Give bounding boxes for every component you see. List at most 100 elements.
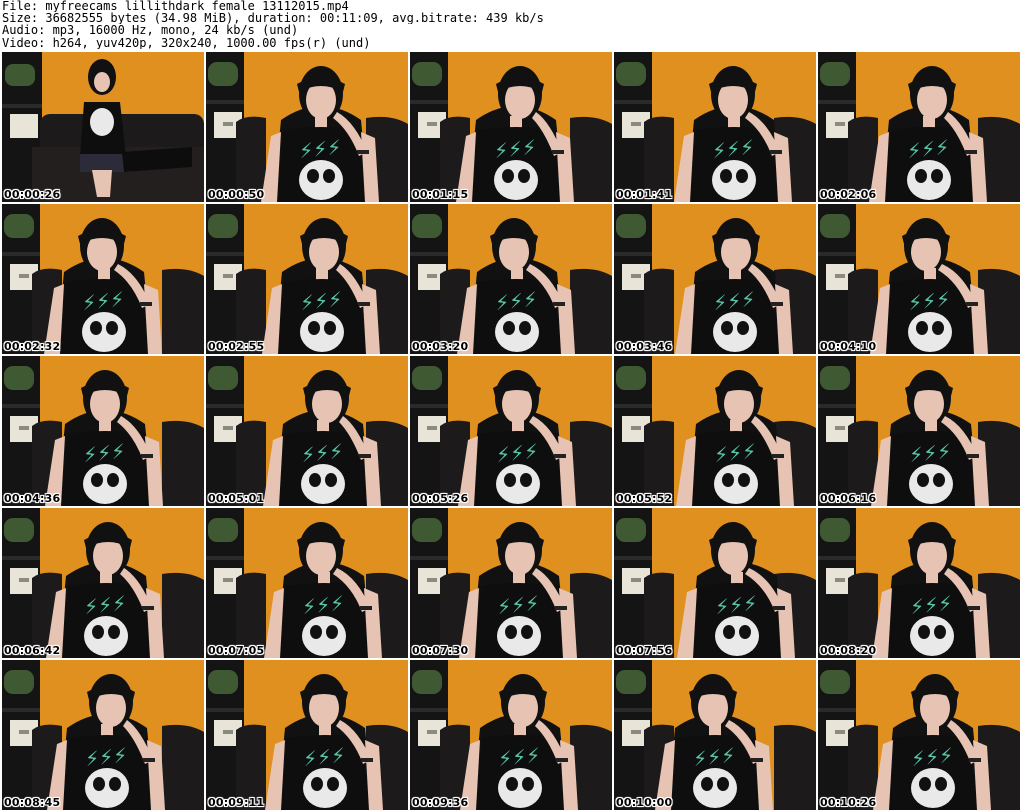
- video-thumbnail: ⚡⚡⚡ 00:04:36: [2, 356, 204, 506]
- svg-text:⚡⚡⚡: ⚡⚡⚡: [908, 439, 952, 467]
- svg-text:⚡⚡⚡: ⚡⚡⚡: [714, 591, 758, 619]
- thumbnail-timestamp: 00:09:36: [412, 796, 469, 809]
- video-thumbnail: ⚡⚡⚡ 00:02:06: [818, 52, 1020, 202]
- thumbnail-timestamp: 00:10:00: [616, 796, 673, 809]
- svg-text:⚡⚡⚡: ⚡⚡⚡: [692, 743, 736, 771]
- video-thumbnail: ⚡⚡⚡ 00:09:11: [206, 660, 408, 810]
- thumbnail-timestamp: 00:02:32: [4, 340, 61, 353]
- thumbnail-timestamp: 00:05:01: [208, 492, 265, 505]
- svg-text:⚡⚡⚡: ⚡⚡⚡: [909, 591, 953, 619]
- thumbnail-timestamp: 00:03:46: [616, 340, 673, 353]
- video-thumbnail: ⚡⚡⚡ 00:04:10: [818, 204, 1020, 354]
- video-thumbnail: ⚡⚡⚡ 00:03:20: [410, 204, 612, 354]
- video-frame: ⚡⚡⚡: [818, 356, 1020, 506]
- svg-text:⚡⚡⚡: ⚡⚡⚡: [712, 287, 756, 315]
- video-frame: ⚡⚡⚡: [206, 660, 408, 810]
- video-frame: ⚡⚡⚡: [818, 204, 1020, 354]
- video-thumbnail: ⚡⚡⚡ 00:05:01: [206, 356, 408, 506]
- video-thumbnail: ⚡⚡⚡ 00:05:52: [614, 356, 816, 506]
- svg-text:⚡⚡⚡: ⚡⚡⚡: [496, 591, 540, 619]
- video-frame: ⚡⚡⚡: [614, 508, 816, 658]
- video-thumbnail: ⚡⚡⚡ 00:01:41: [614, 52, 816, 202]
- video-thumbnail: ⚡⚡⚡ 00:02:32: [2, 204, 204, 354]
- video-thumbnail: ⚡⚡⚡ 00:07:30: [410, 508, 612, 658]
- video-frame: ⚡⚡⚡: [614, 660, 816, 810]
- video-thumbnail: ⚡⚡⚡ 00:06:16: [818, 356, 1020, 506]
- video-thumbnail: ⚡⚡⚡ 00:05:26: [410, 356, 612, 506]
- video-frame: ⚡⚡⚡: [2, 660, 204, 810]
- thumbnail-timestamp: 00:06:16: [820, 492, 877, 505]
- thumbnail-timestamp: 00:00:50: [208, 188, 265, 201]
- thumbnail-timestamp: 00:02:06: [820, 188, 877, 201]
- video-frame: ⚡⚡⚡: [2, 204, 204, 354]
- file-info-header: File: myfreecams_lillithdark_female_1311…: [2, 0, 1022, 50]
- svg-text:⚡⚡⚡: ⚡⚡⚡: [302, 743, 346, 771]
- video-frame: ⚡⚡⚡: [2, 508, 204, 658]
- video-frame: ⚡⚡⚡: [206, 508, 408, 658]
- video-thumbnail: ⚡⚡⚡ 00:06:42: [2, 508, 204, 658]
- svg-text:⚡⚡⚡: ⚡⚡⚡: [84, 743, 128, 771]
- svg-text:⚡⚡⚡: ⚡⚡⚡: [493, 135, 537, 163]
- svg-text:⚡⚡⚡: ⚡⚡⚡: [906, 135, 950, 163]
- svg-text:⚡⚡⚡: ⚡⚡⚡: [907, 287, 951, 315]
- svg-text:⚡⚡⚡: ⚡⚡⚡: [298, 135, 342, 163]
- svg-text:⚡⚡⚡: ⚡⚡⚡: [497, 743, 541, 771]
- video-thumbnail: 00:00:26: [2, 52, 204, 202]
- thumbnail-grid: 00:00:26 ⚡⚡⚡ 00:00:50 ⚡⚡⚡ 00:01:15 ⚡⚡⚡ 0…: [0, 50, 1024, 811]
- video-frame: ⚡⚡⚡: [410, 508, 612, 658]
- video-frame: ⚡⚡⚡: [614, 356, 816, 506]
- video-thumbnail: ⚡⚡⚡ 00:07:56: [614, 508, 816, 658]
- thumbnail-timestamp: 00:07:30: [412, 644, 469, 657]
- video-frame: ⚡⚡⚡: [614, 52, 816, 202]
- video-frame: ⚡⚡⚡: [614, 204, 816, 354]
- video-thumbnail: ⚡⚡⚡ 00:08:45: [2, 660, 204, 810]
- video-thumbnail: ⚡⚡⚡ 00:09:36: [410, 660, 612, 810]
- video-thumbnail: ⚡⚡⚡ 00:07:05: [206, 508, 408, 658]
- thumbnail-timestamp: 00:06:42: [4, 644, 61, 657]
- svg-text:⚡⚡⚡: ⚡⚡⚡: [495, 439, 539, 467]
- video-frame: ⚡⚡⚡: [410, 660, 612, 810]
- thumbnail-timestamp: 00:02:55: [208, 340, 265, 353]
- video-frame: ⚡⚡⚡: [410, 52, 612, 202]
- file-name-line: File: myfreecams_lillithdark_female_1311…: [2, 0, 349, 13]
- thumbnail-timestamp: 00:01:41: [616, 188, 673, 201]
- svg-text:⚡⚡⚡: ⚡⚡⚡: [83, 591, 127, 619]
- thumbnail-timestamp: 00:08:45: [4, 796, 61, 809]
- svg-text:⚡⚡⚡: ⚡⚡⚡: [494, 287, 538, 315]
- video-thumbnail: ⚡⚡⚡ 00:00:50: [206, 52, 408, 202]
- thumbnail-timestamp: 00:01:15: [412, 188, 469, 201]
- video-frame: [2, 52, 204, 202]
- video-info-line: Video: h264, yuv420p, 320x240, 1000.00 f…: [2, 36, 371, 49]
- thumbnail-timestamp: 00:05:52: [616, 492, 673, 505]
- svg-text:⚡⚡⚡: ⚡⚡⚡: [82, 439, 126, 467]
- svg-text:⚡⚡⚡: ⚡⚡⚡: [299, 287, 343, 315]
- thumbnail-timestamp: 00:05:26: [412, 492, 469, 505]
- svg-text:⚡⚡⚡: ⚡⚡⚡: [713, 439, 757, 467]
- video-thumbnail: ⚡⚡⚡ 00:03:46: [614, 204, 816, 354]
- video-thumbnail: ⚡⚡⚡ 00:02:55: [206, 204, 408, 354]
- video-thumbnail: ⚡⚡⚡ 00:10:00: [614, 660, 816, 810]
- video-thumbnail: ⚡⚡⚡ 00:08:20: [818, 508, 1020, 658]
- thumbnail-timestamp: 00:08:20: [820, 644, 877, 657]
- thumbnail-timestamp: 00:07:05: [208, 644, 265, 657]
- thumbnail-timestamp: 00:04:36: [4, 492, 61, 505]
- svg-text:⚡⚡⚡: ⚡⚡⚡: [711, 135, 755, 163]
- video-frame: ⚡⚡⚡: [818, 52, 1020, 202]
- svg-text:⚡⚡⚡: ⚡⚡⚡: [301, 591, 345, 619]
- video-frame: ⚡⚡⚡: [410, 356, 612, 506]
- video-frame: ⚡⚡⚡: [206, 52, 408, 202]
- video-frame: ⚡⚡⚡: [818, 508, 1020, 658]
- video-frame: ⚡⚡⚡: [410, 204, 612, 354]
- thumbnail-timestamp: 00:03:20: [412, 340, 469, 353]
- thumbnail-timestamp: 00:09:11: [208, 796, 265, 809]
- svg-text:⚡⚡⚡: ⚡⚡⚡: [81, 287, 125, 315]
- svg-text:⚡⚡⚡: ⚡⚡⚡: [910, 743, 954, 771]
- thumbnail-timestamp: 00:10:26: [820, 796, 877, 809]
- video-frame: ⚡⚡⚡: [818, 660, 1020, 810]
- svg-text:⚡⚡⚡: ⚡⚡⚡: [300, 439, 344, 467]
- video-frame: ⚡⚡⚡: [206, 204, 408, 354]
- thumbnail-timestamp: 00:00:26: [4, 188, 61, 201]
- video-thumbnail: ⚡⚡⚡ 00:01:15: [410, 52, 612, 202]
- file-size-line: Size: 36682555 bytes (34.98 MiB), durati…: [2, 12, 544, 25]
- video-thumbnail: ⚡⚡⚡ 00:10:26: [818, 660, 1020, 810]
